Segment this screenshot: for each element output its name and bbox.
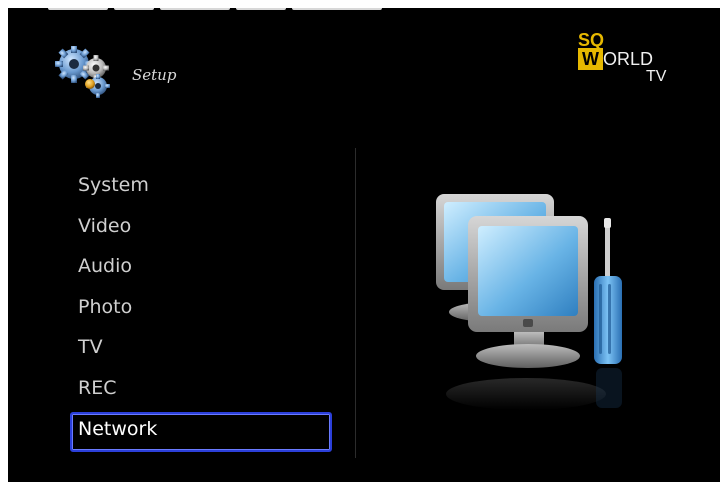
tv-screen: Setup SQ W ORLD TV System Video Audio Pho… — [8, 8, 720, 482]
top-menu-strip — [48, 8, 408, 12]
menu-item-network[interactable]: Network — [70, 411, 332, 457]
menu-item-video[interactable]: Video — [70, 213, 330, 254]
gears-icon — [55, 46, 110, 98]
network-settings-icon — [436, 194, 622, 410]
vertical-divider — [355, 148, 356, 458]
menu-item-photo[interactable]: Photo — [70, 294, 330, 335]
menu-item-system[interactable]: System — [70, 172, 330, 213]
setup-menu: System Video Audio Photo TV REC Network — [70, 172, 332, 457]
menu-item-rec[interactable]: REC — [70, 375, 330, 416]
menu-item-tv[interactable]: TV — [70, 334, 330, 375]
sq-world-tv-logo: SQ W ORLD TV — [578, 30, 667, 85]
menu-item-audio[interactable]: Audio — [70, 253, 330, 294]
page-title: Setup — [132, 66, 177, 84]
